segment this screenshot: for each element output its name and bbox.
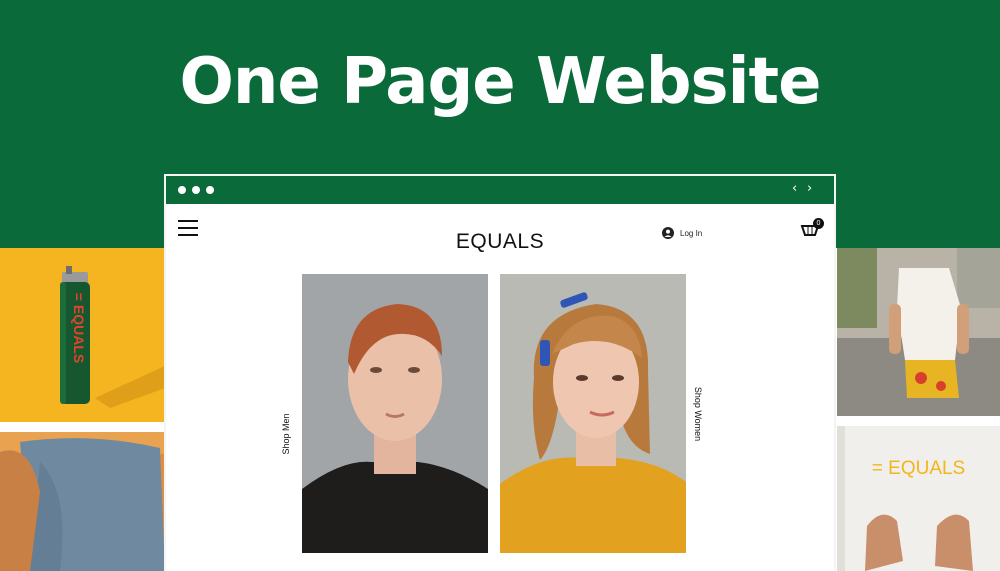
photo-shirt: = EQUALS — [837, 426, 1000, 571]
login-button[interactable]: Log In — [662, 226, 702, 240]
photo-pants — [0, 432, 165, 571]
hero-title: One Page Website — [179, 45, 821, 119]
shop-men-link[interactable]: Shop Men — [281, 413, 291, 454]
pants-illustration — [0, 432, 165, 571]
man-portrait — [302, 274, 488, 553]
shirt-brand-text: = EQUALS — [871, 458, 966, 479]
window-dot[interactable] — [206, 186, 214, 194]
woman-portrait — [500, 274, 686, 553]
man-back-illustration — [837, 248, 1000, 416]
shop-women-link[interactable]: Shop Women — [693, 387, 703, 441]
forward-arrow-icon[interactable]: › — [807, 181, 812, 197]
shop-men-image[interactable] — [302, 274, 488, 553]
window-dot[interactable] — [192, 186, 200, 194]
user-icon — [662, 227, 674, 239]
lighter-brand-text: = EQUALS — [71, 292, 87, 364]
photo-man-back — [837, 248, 1000, 416]
window-dot[interactable] — [178, 186, 186, 194]
browser-window: ‹ › EQUALS Log In 0 Shop Men Shop Women — [164, 174, 836, 571]
cart-count-badge: 0 — [813, 218, 824, 229]
shirt-illustration — [837, 426, 1000, 571]
shop-women-image[interactable] — [500, 274, 686, 553]
login-label: Log In — [680, 228, 703, 238]
site-logo[interactable]: EQUALS — [166, 230, 834, 254]
browser-titlebar: ‹ › — [166, 176, 834, 205]
site-header: EQUALS Log In 0 — [166, 204, 834, 266]
back-arrow-icon[interactable]: ‹ — [792, 181, 797, 197]
